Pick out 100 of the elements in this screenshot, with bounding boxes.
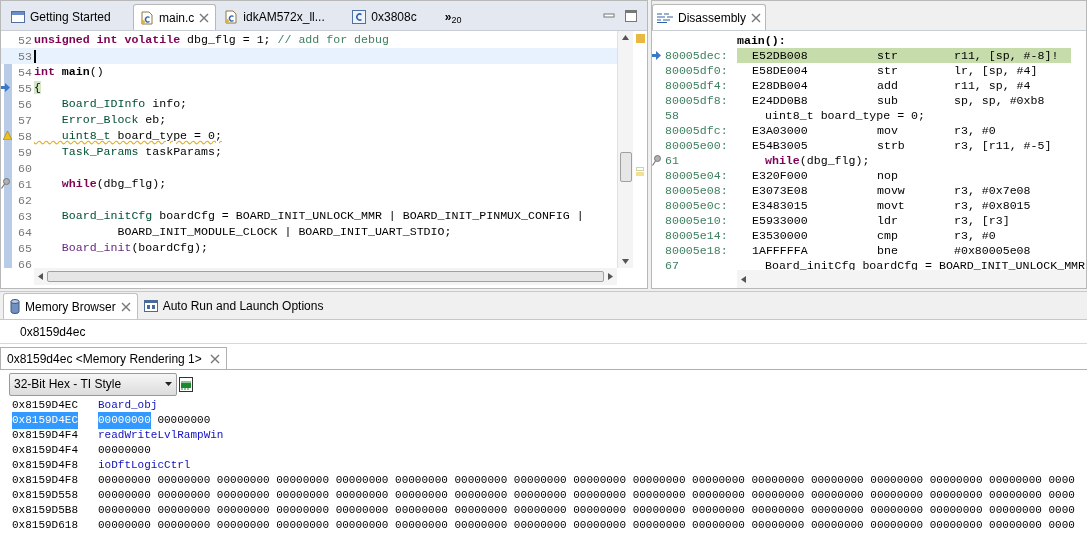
memory-word: 00000000 (751, 473, 805, 489)
memory-word: 00000000 (989, 473, 1042, 489)
memory-word: 00000000 (513, 503, 567, 519)
tab[interactable]: idkAM572x_ll... (218, 4, 345, 30)
tab[interactable]: 0x8159d4ec <Memory Rendering 1> (0, 347, 227, 369)
line-number: 61 (665, 152, 680, 169)
tab[interactable]: Memory Browser (3, 293, 138, 319)
memory-word: 00000000 (98, 412, 151, 429)
format-dropdown[interactable]: 32-Bit Hex - TI Style (9, 372, 177, 396)
memory-word: 00000000 (98, 473, 151, 489)
memory-word: 00000000 (989, 503, 1042, 519)
mnemonic: sub (877, 92, 899, 109)
operands: r3, [r3] (954, 212, 1010, 229)
line-number: 64 (18, 225, 32, 240)
memory-word: 00000000 (929, 488, 983, 504)
address: 80005e10: (665, 212, 729, 229)
operands: r3, #0x7e08 (954, 182, 1031, 199)
mnemonic: movt (877, 197, 906, 214)
memory-word: 00000000 (989, 488, 1042, 504)
memory-word: 00000000 (632, 488, 686, 504)
opcode: E320F000 (752, 167, 809, 184)
panel-icon (143, 300, 158, 312)
memory-word: 00000000 (276, 503, 330, 519)
memory-word: 00000000 (513, 473, 567, 489)
warning-marker[interactable] (635, 34, 645, 43)
memory-word: 00000000 (692, 473, 745, 489)
scroll-left-icon[interactable] (741, 275, 746, 283)
maximize-icon[interactable] (625, 10, 637, 22)
code-line: BOARD_INIT_MODULE_CLOCK | BOARD_INIT_UART_STDIO; (116, 224, 452, 241)
operands: sp, sp, #0xb8 (954, 92, 1045, 109)
opcode: E28DB004 (752, 77, 809, 94)
memory-address: 0x8159D5B8 (12, 503, 78, 519)
warning-icon (3, 131, 12, 140)
line-number: 60 (18, 161, 32, 176)
opcode: E54B3005 (752, 137, 809, 154)
address: 80005e0c: (665, 197, 729, 214)
memory-word: 00000000 (870, 473, 924, 489)
memory-word: 0000 (1048, 488, 1075, 504)
annotation-marker[interactable] (636, 172, 644, 176)
address: 80005e00: (665, 137, 729, 154)
mnemonic: strb (877, 137, 906, 154)
memory-word: 00000000 (157, 473, 211, 489)
memory-word: 00000000 (989, 518, 1042, 534)
tab[interactable]: Auto Run and Launch Options (137, 293, 330, 319)
close-icon[interactable] (120, 301, 131, 312)
operands: r11, sp, #4 (954, 77, 1031, 94)
memory-word: 00000000 (395, 518, 448, 534)
symbol-label: ioDftLogicCtrl (98, 458, 191, 474)
line-number: 62 (18, 193, 32, 208)
scroll-thumb[interactable] (619, 152, 632, 182)
memory-word: 00000000 (929, 518, 983, 534)
scroll-right-icon[interactable] (608, 273, 613, 280)
memory-word: 00000000 (929, 503, 983, 519)
vertical-scrollbar[interactable] (617, 31, 633, 268)
memory-word: 00000000 (751, 518, 805, 534)
symbol-label: readWriteLvlRampWin (98, 428, 224, 444)
function-label: main(): (737, 32, 786, 49)
line-number: 57 (18, 113, 32, 128)
memory-word: 00000000 (216, 518, 270, 534)
line-number: 58 (665, 107, 680, 124)
close-icon[interactable] (209, 353, 220, 364)
chip-icon[interactable] (179, 376, 193, 392)
memory-word: 00000000 (98, 443, 151, 459)
memory-address: 0x8159D4EC (12, 398, 78, 414)
horizontal-scrollbar[interactable] (737, 270, 1086, 288)
c-file-icon (224, 10, 239, 24)
opcode: E52DB008 (752, 47, 809, 64)
horizontal-scrollbar[interactable] (34, 268, 617, 285)
memory-address: 0x8159D558 (12, 488, 78, 504)
scroll-up-icon[interactable] (622, 35, 629, 40)
tab[interactable]: 0x3808c (346, 4, 423, 30)
memory-word: 00000000 (632, 518, 686, 534)
mnemonic: cmp (877, 227, 899, 244)
memory-word: 00000000 (573, 503, 627, 519)
tab[interactable]: main.c (133, 4, 217, 30)
scroll-down-icon[interactable] (622, 259, 629, 264)
memory-address: 0x8159D4F4 (12, 428, 78, 444)
memory-word: 00000000 (454, 488, 508, 504)
scroll-thumb[interactable] (47, 271, 604, 282)
annotation-marker[interactable] (636, 167, 644, 171)
code-line: Board_IDInfo info; (60, 96, 188, 113)
memory-word: 00000000 (454, 503, 508, 519)
code-line: Board_init(boardCfg); (60, 240, 208, 257)
memory-word: 00000000 (276, 473, 330, 489)
memory-address: 0x8159D4F8 (12, 458, 78, 474)
memory-word: 00000000 (276, 488, 330, 504)
line-number: 63 (18, 209, 32, 224)
tab[interactable]: Getting Started (5, 4, 131, 30)
tab[interactable]: Disassembly (652, 4, 766, 30)
close-icon[interactable] (751, 12, 761, 23)
operands: r11, [sp, #-8]! (954, 47, 1059, 64)
memory-word: 00000000 (335, 518, 389, 534)
memory-word: 00000000 (157, 413, 211, 429)
opcode: 1AFFFFFA (752, 242, 809, 259)
close-icon[interactable] (199, 12, 210, 23)
memory-word: 00000000 (513, 488, 567, 504)
arrow-icon (652, 51, 661, 60)
address: 80005e14: (665, 227, 729, 244)
operands: r3, #0 (954, 227, 996, 244)
scroll-left-icon[interactable] (38, 273, 43, 280)
